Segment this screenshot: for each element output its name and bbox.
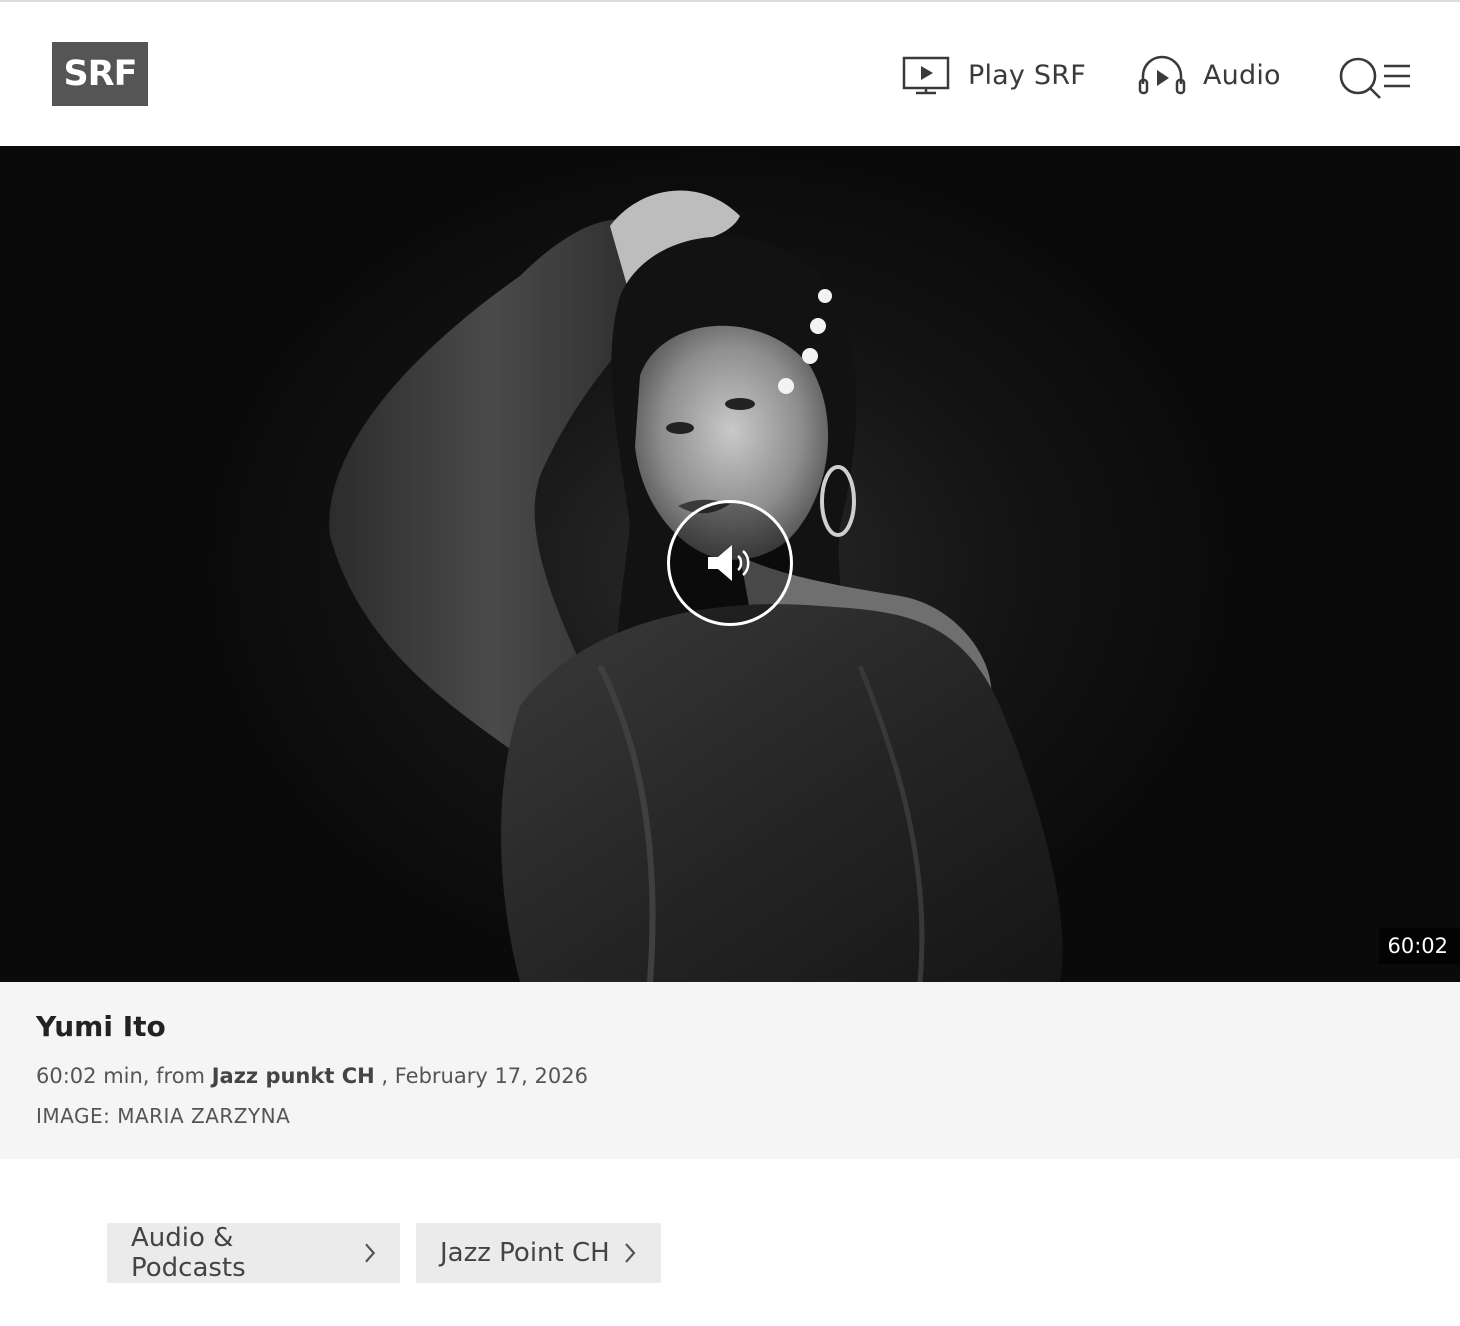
chevron-right-icon (624, 1243, 636, 1263)
site-header: SRF Play SRF Audio (0, 2, 1460, 146)
nav-audio-label: Audio (1203, 59, 1281, 91)
duration-badge: 60:02 (1379, 928, 1460, 964)
srf-logo[interactable]: SRF (52, 42, 148, 106)
speaker-icon (708, 545, 750, 581)
search-menu-button[interactable] (1338, 54, 1414, 102)
episode-info: Yumi Ito 60:02 min, from Jazz punkt CH ,… (0, 982, 1460, 1159)
show-name: Jazz punkt CH (211, 1064, 375, 1088)
episode-meta: 60:02 min, from Jazz punkt CH , February… (36, 1064, 588, 1088)
headphones-play-icon (1138, 55, 1186, 95)
episode-title: Yumi Ito (36, 1010, 166, 1043)
breadcrumb-label: Jazz Point CH (440, 1238, 610, 1268)
image-credit: IMAGE: MARIA ZARZYNA (36, 1104, 291, 1128)
meta-suffix: , February 17, 2026 (374, 1064, 588, 1088)
tv-play-icon (902, 56, 950, 95)
chevron-right-icon (365, 1243, 376, 1263)
nav-play-srf[interactable]: Play SRF (902, 52, 1086, 98)
breadcrumb-jazz-point-ch[interactable]: Jazz Point CH (416, 1223, 661, 1283)
media-player[interactable]: 60:02 (0, 146, 1460, 982)
meta-prefix: 60:02 min, from (36, 1064, 212, 1088)
breadcrumb-label: Audio & Podcasts (131, 1223, 246, 1283)
nav-play-srf-label: Play SRF (968, 59, 1086, 91)
search-menu-icon (1339, 57, 1410, 99)
nav-audio[interactable]: Audio (1137, 52, 1281, 98)
breadcrumb-audio-podcasts[interactable]: Audio & Podcasts (107, 1223, 400, 1283)
play-audio-button[interactable] (667, 500, 793, 626)
